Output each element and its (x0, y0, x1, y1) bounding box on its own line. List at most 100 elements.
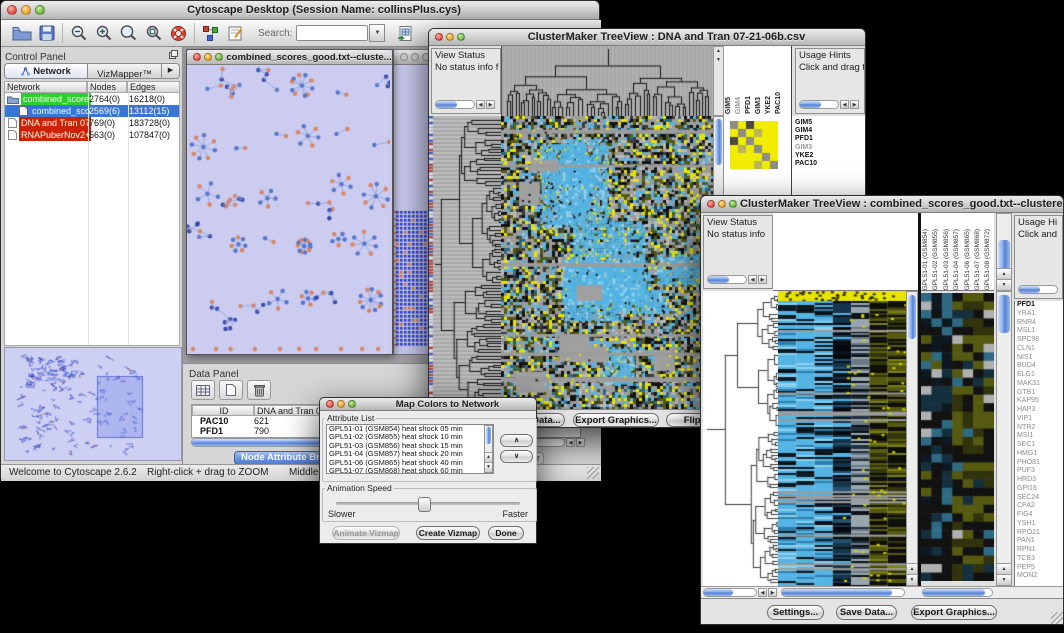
minimize-button[interactable] (204, 53, 212, 61)
list-item[interactable]: NTR2 (1015, 424, 1063, 433)
scroll-right-button[interactable]: ▶ (768, 588, 777, 597)
list-item[interactable]: MON2 (1015, 572, 1063, 581)
list-item[interactable]: PAN1 (1015, 537, 1063, 546)
scroll-down-button[interactable]: ▼ (997, 574, 1011, 585)
usage-hints-scrollbar[interactable] (1018, 285, 1058, 294)
col-header-edges[interactable]: Edges (127, 81, 180, 93)
close-button[interactable] (707, 200, 715, 208)
list-item[interactable]: CPA2 (1015, 502, 1063, 511)
zoom-fit-button[interactable] (116, 21, 141, 45)
list-item[interactable]: PAC10 (795, 160, 817, 168)
minimize-button[interactable] (337, 400, 345, 408)
network-row-dna-tran[interactable]: DNA and Tran 07 769(0) 183728(0) (5, 117, 179, 129)
view-status-scrollbar[interactable]: ◀ ▶ (707, 275, 767, 284)
delete-attribute-button[interactable] (247, 380, 271, 400)
list-item[interactable]: MAK31 (1015, 380, 1063, 389)
scroll-up-button[interactable]: ▲ (997, 563, 1011, 574)
list-item[interactable]: RPO21 (1015, 529, 1063, 538)
tv2-row-dendrogram[interactable] (703, 291, 778, 586)
list-item[interactable]: PFD1 (744, 96, 754, 114)
list-item[interactable]: SEC24 (1015, 494, 1063, 503)
scroll-down-button[interactable]: ▼ (997, 279, 1011, 290)
scrollbar-thumb[interactable] (1019, 286, 1040, 293)
tv1-similarity-matrix[interactable] (730, 121, 778, 169)
list-item[interactable]: ELG1 (1015, 371, 1063, 380)
new-attribute-button[interactable] (219, 380, 243, 400)
list-item[interactable]: RNR4 (1015, 319, 1063, 328)
scroll-left-button[interactable]: ◀ (476, 100, 485, 109)
tv2-titlebar[interactable]: ClusterMaker TreeView : combined_scores_… (701, 196, 1063, 213)
close-button[interactable] (193, 53, 201, 61)
scroll-left-button[interactable]: ◀ (840, 100, 849, 109)
zoom-window-button[interactable] (729, 200, 737, 208)
scroll-up-button[interactable]: ▲ (714, 48, 723, 54)
list-item[interactable]: GIM4 (734, 97, 744, 114)
list-item[interactable]: YSH1 (1015, 520, 1063, 529)
close-button[interactable] (435, 33, 443, 41)
list-item[interactable]: PFD1 (1015, 301, 1063, 310)
list-item[interactable]: KAP95 (1015, 397, 1063, 406)
list-item[interactable]: GIM4 (795, 127, 817, 135)
scrollbar-thumb[interactable] (998, 295, 1010, 333)
scroll-right-button[interactable]: ▶ (486, 100, 495, 109)
tv2-zoom-heatmap[interactable] (921, 293, 994, 581)
move-up-button[interactable]: ∧ (500, 434, 533, 447)
data-row-value[interactable]: 621 (254, 416, 269, 426)
tv1-heatmap[interactable] (501, 116, 713, 409)
list-item[interactable]: TCB3 (1015, 555, 1063, 564)
main-titlebar[interactable]: Cytoscape Desktop (Session Name: collins… (1, 1, 599, 20)
list-item[interactable]: PAC10 (774, 92, 784, 114)
tv2-gene-list[interactable]: PFD1YRA1RNR4MSL1SPC98CLN1NIS1BUD4ELG1MAK… (1014, 301, 1063, 589)
list-item[interactable]: GPL51-04 (GSM857) (952, 229, 962, 290)
list-item[interactable]: GPL51-08 (GSM872) (983, 229, 993, 290)
list-item[interactable]: HRD3 (1015, 476, 1063, 485)
export-graphics-button[interactable]: Export Graphics... (573, 413, 659, 427)
network-row-combined-sco-selected[interactable]: combined_sco 2569(6) 13112(15) (5, 105, 179, 117)
list-item[interactable]: YRA1 (1015, 310, 1063, 319)
list-item[interactable]: GTB1 (1015, 389, 1063, 398)
minimize-button[interactable] (718, 200, 726, 208)
scroll-down-button[interactable]: ▼ (907, 574, 917, 585)
network-row-rnapuber[interactable]: RNAPuberNov2+ 563(0) 107847(0) (5, 129, 179, 141)
close-button[interactable] (326, 400, 334, 408)
close-button[interactable] (7, 5, 17, 15)
close-button[interactable] (400, 53, 408, 61)
tv1-titlebar[interactable]: ClusterMaker TreeView : DNA and Tran 07-… (429, 29, 865, 46)
scrollbar-thumb[interactable] (704, 589, 733, 596)
attribute-select-button[interactable] (191, 380, 215, 400)
scroll-up-button[interactable]: ▲ (485, 452, 492, 462)
tv2-column-dendrogram-area[interactable] (773, 213, 918, 291)
data-row-id[interactable]: PFD1 (200, 426, 254, 436)
list-item[interactable]: PUF3 (1015, 467, 1063, 476)
list-item[interactable]: GPL51-02 (GSM855) (931, 229, 941, 290)
zoom-in-button[interactable] (91, 21, 116, 45)
zoom-window-button[interactable] (348, 400, 356, 408)
tv2-dendro-hscrollbar[interactable]: ◀ ▶ (703, 588, 777, 597)
scrollbar-thumb[interactable] (800, 101, 821, 108)
tv1-row-dendrogram[interactable] (429, 116, 501, 409)
zoom-window-button[interactable] (35, 5, 45, 15)
open-session-button[interactable] (9, 21, 34, 45)
list-item[interactable]: MSI1 (1015, 432, 1063, 441)
list-item[interactable]: HAP3 (1015, 406, 1063, 415)
list-item[interactable]: BUD4 (1015, 362, 1063, 371)
list-item[interactable]: NIS1 (1015, 354, 1063, 363)
list-item[interactable]: GPI16 (1015, 485, 1063, 494)
scrollbar-thumb[interactable] (715, 119, 722, 165)
minimize-button[interactable] (411, 53, 419, 61)
annotation-button[interactable] (223, 21, 248, 45)
scroll-down-button[interactable]: ▼ (485, 462, 492, 472)
resize-grip[interactable] (1051, 612, 1063, 624)
import-table-button[interactable] (393, 21, 418, 45)
animate-vizmap-button[interactable]: Animate Vizmap (332, 526, 400, 540)
tv2-heatmap-vscrollbar[interactable]: ▲ ▼ (906, 291, 918, 586)
data-table-id-header[interactable]: ID (192, 405, 254, 416)
scroll-right-button[interactable]: ▶ (850, 100, 859, 109)
scrollbar-thumb[interactable] (908, 295, 916, 339)
tab-overflow-button[interactable]: ▶ (162, 63, 180, 79)
list-item[interactable]: GIM3 (754, 97, 764, 114)
list-item[interactable]: VIP1 (1015, 415, 1063, 424)
save-data-button[interactable]: Save Data... (836, 605, 897, 620)
scroll-left-button[interactable]: ◀ (748, 275, 757, 284)
list-item[interactable]: GPL51-03 (GSM856) (942, 229, 952, 290)
